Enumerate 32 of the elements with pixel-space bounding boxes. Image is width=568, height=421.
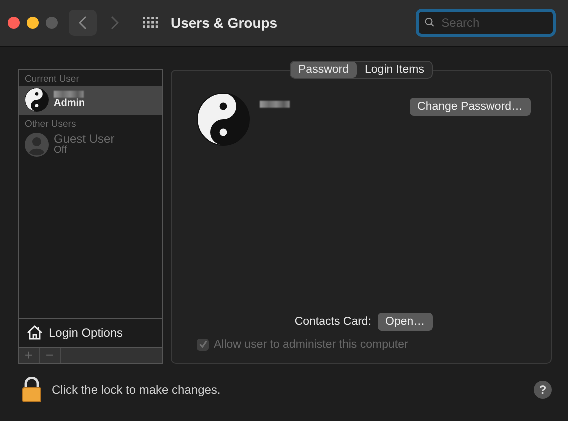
- user-item[interactable]: Admin: [19, 86, 162, 115]
- person-avatar-icon: [25, 133, 49, 158]
- contacts-card-label: Contacts Card:: [294, 316, 372, 328]
- help-button[interactable]: ?: [534, 381, 552, 400]
- user-role: Admin: [54, 98, 86, 110]
- login-options-item[interactable]: Login Options: [19, 318, 162, 347]
- search-input[interactable]: Search: [440, 14, 547, 31]
- section-heading: Other Users: [24, 118, 78, 131]
- lock-message: Click the lock to make changes.: [52, 383, 221, 398]
- chevron-left-icon: [79, 16, 87, 30]
- blurred-name: [260, 100, 290, 108]
- minimize-button[interactable]: [27, 16, 39, 29]
- change-password-button[interactable]: Change Password…: [410, 98, 531, 116]
- user-name: Guest User: [54, 133, 115, 146]
- blurred-name: [54, 90, 84, 98]
- tab[interactable]: Password: [290, 62, 358, 78]
- open-button[interactable]: Open…: [378, 312, 434, 331]
- section-heading: Current User: [24, 72, 80, 86]
- close-button[interactable]: [8, 16, 20, 29]
- grid-icon[interactable]: [143, 16, 159, 29]
- house-icon: [27, 325, 43, 340]
- yin-yang-avatar-icon: [25, 88, 49, 112]
- chevron-right-icon: [111, 16, 119, 30]
- search-field[interactable]: Search: [416, 8, 556, 37]
- checkbox-label: Allow user to administer this computer: [214, 338, 408, 351]
- window-title: Users & Groups: [171, 14, 278, 31]
- yin-yang-avatar-icon: [197, 92, 250, 146]
- user-role: Off: [54, 145, 68, 158]
- tab[interactable]: Login Items: [357, 62, 432, 78]
- search-icon: [425, 17, 435, 28]
- back-button[interactable]: [69, 10, 97, 36]
- lock-icon[interactable]: [22, 377, 42, 404]
